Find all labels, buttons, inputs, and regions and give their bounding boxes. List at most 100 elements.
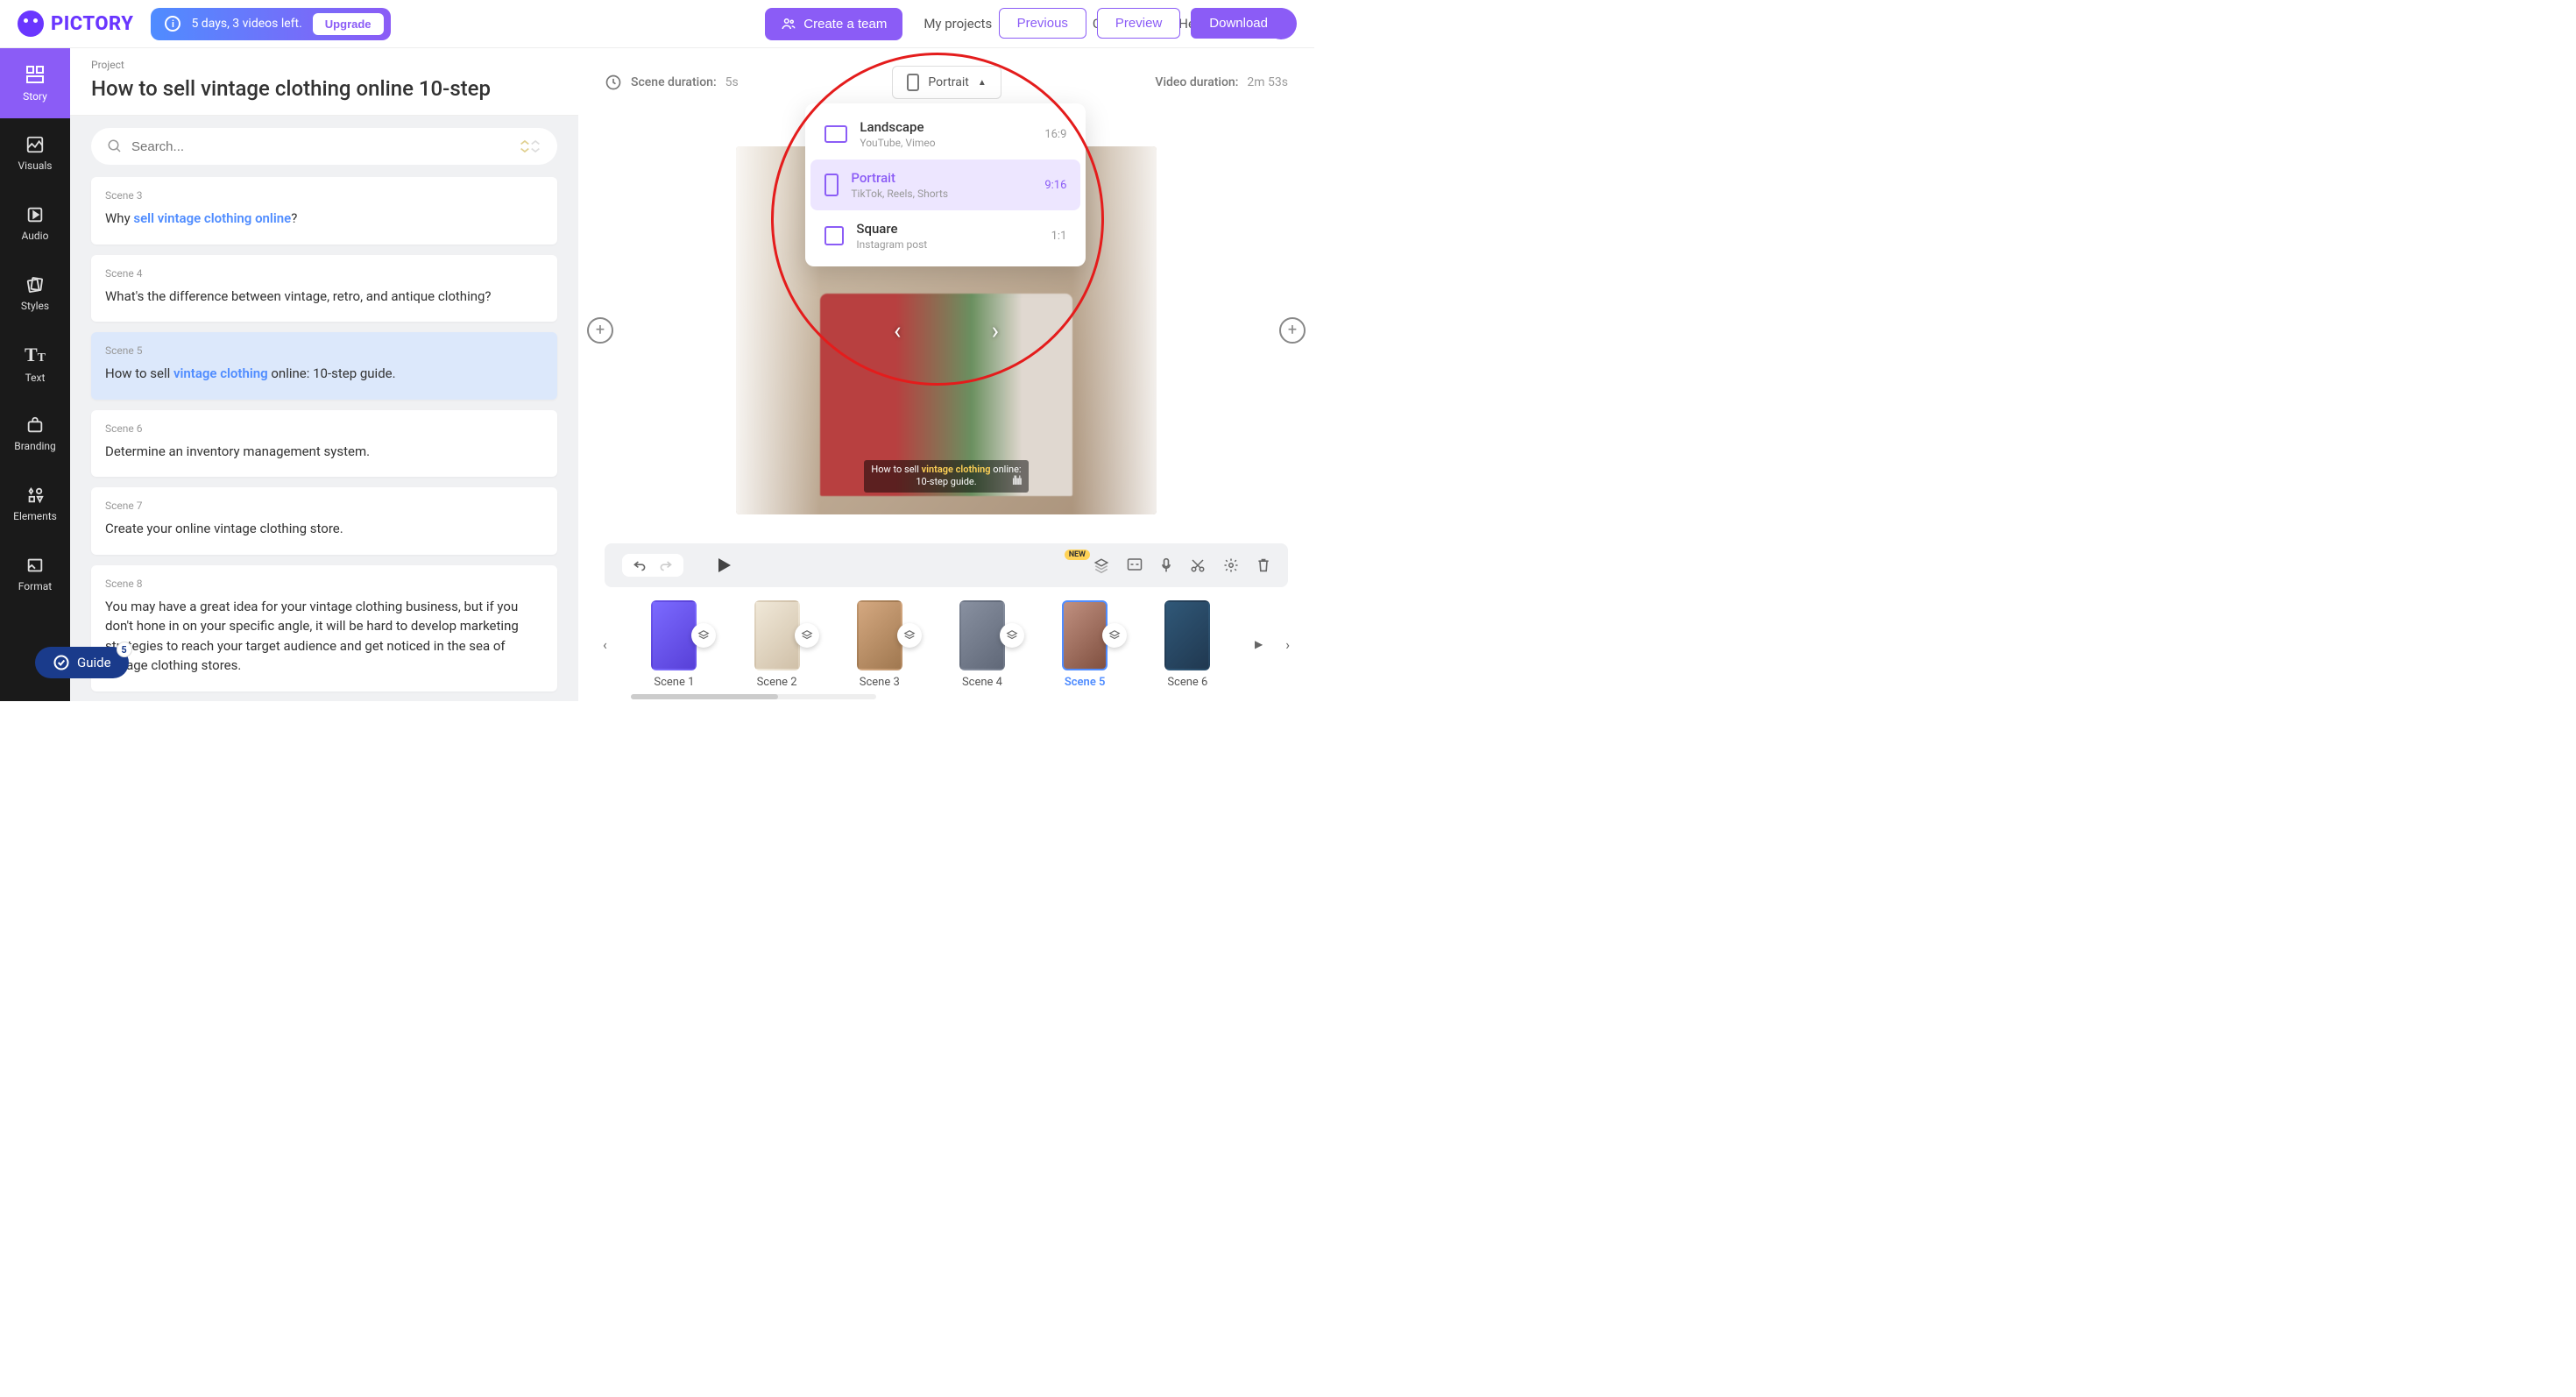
upgrade-button[interactable]: Upgrade — [313, 13, 384, 35]
layers-button[interactable] — [1093, 557, 1109, 573]
rail-branding[interactable]: Branding — [0, 399, 70, 469]
aspect-dropdown-menu: Landscape YouTube, Vimeo 16:9 Portrait T… — [805, 103, 1086, 266]
rail-visuals[interactable]: Visuals — [0, 118, 70, 188]
trial-text: 5 days, 3 videos left. — [191, 17, 301, 31]
timeline-scene-5[interactable]: Scene 5 — [1062, 600, 1108, 689]
guide-button[interactable]: Guide 5 — [35, 647, 129, 678]
layers-icon[interactable] — [691, 623, 716, 648]
scene-card-7[interactable]: Scene 7 Create your online vintage cloth… — [91, 487, 557, 555]
create-team-button[interactable]: Create a team — [765, 8, 902, 40]
timeline-next-button[interactable]: ▶ — [1248, 631, 1270, 657]
scene-card-8[interactable]: Scene 8 You may have a great idea for yo… — [91, 565, 557, 691]
layers-icon[interactable] — [795, 623, 819, 648]
timeline-scene-6[interactable]: Scene 6 — [1164, 600, 1210, 689]
prev-visual-button[interactable]: ‹ — [894, 316, 901, 344]
undo-button[interactable] — [633, 559, 647, 571]
timeline: ‹ Scene 1 Scene 2 Scene 3 — [578, 587, 1314, 701]
layers-icon[interactable] — [1000, 623, 1024, 648]
main-area: Project How to sell vintage clothing onl… — [70, 48, 1314, 701]
left-rail: Story Visuals Audio Styles TT Text Brand… — [0, 48, 70, 701]
layers-icon[interactable] — [1102, 623, 1127, 648]
next-visual-button[interactable]: › — [992, 316, 999, 344]
top-actions: Previous Preview Download — [992, 0, 1293, 53]
video-duration-label: Video duration: — [1155, 75, 1238, 89]
add-scene-after-button[interactable]: + — [1279, 317, 1306, 344]
clock-icon — [605, 74, 622, 91]
caption-overlay[interactable]: How to sell vintage clothing online: 10-… — [864, 460, 1028, 493]
portrait-icon — [907, 74, 919, 91]
visuals-icon — [25, 135, 45, 154]
info-icon: i — [165, 16, 180, 32]
aspect-ratio-dropdown[interactable]: Portrait ▲ Landscape YouTube, Vimeo 16:9 — [892, 66, 1001, 99]
audio-icon — [25, 205, 45, 224]
download-button[interactable]: Download — [1191, 8, 1286, 39]
preview-column: Previous Preview Download Scene duration… — [578, 48, 1314, 701]
new-badge: NEW — [1065, 550, 1090, 560]
landscape-icon — [824, 125, 847, 143]
timeline-scene-4[interactable]: Scene 4 — [959, 600, 1005, 689]
settings-button[interactable] — [1223, 557, 1239, 573]
format-icon — [25, 556, 45, 575]
rail-audio[interactable]: Audio — [0, 188, 70, 259]
voiceover-button[interactable] — [1160, 557, 1172, 573]
add-scene-before-button[interactable]: + — [587, 317, 613, 344]
timeline-scene-2[interactable]: Scene 2 — [754, 600, 800, 689]
search-box[interactable] — [91, 128, 557, 165]
rail-elements[interactable]: Elements — [0, 469, 70, 539]
preview-button[interactable]: Preview — [1097, 8, 1180, 39]
aspect-option-portrait[interactable]: Portrait TikTok, Reels, Shorts 9:16 — [810, 160, 1080, 210]
timeline-end-button[interactable]: › — [1278, 629, 1297, 660]
timeline-scene-1[interactable]: Scene 1 — [651, 600, 697, 689]
previous-button[interactable]: Previous — [999, 8, 1086, 39]
scene-card-6[interactable]: Scene 6 Determine an inventory managemen… — [91, 410, 557, 478]
project-title[interactable]: How to sell vintage clothing online 10-s… — [91, 76, 557, 101]
branding-icon — [25, 415, 45, 435]
guide-count-badge: 5 — [117, 642, 132, 657]
brand-logo[interactable]: PICTORY — [18, 11, 133, 37]
project-label: Project — [91, 59, 557, 71]
styles-icon — [25, 275, 45, 294]
scene-duration-value: 5s — [725, 75, 739, 89]
story-icon — [25, 64, 46, 85]
logo-icon — [18, 11, 44, 37]
search-input[interactable] — [131, 139, 510, 154]
scenes-list[interactable]: Scene 3 Why sell vintage clothing online… — [70, 177, 578, 701]
play-button[interactable] — [715, 557, 732, 574]
timeline-prev-button[interactable]: ‹ — [596, 629, 614, 660]
audio-waveform-icon: ıllıılı — [1012, 474, 1021, 488]
timeline-scene-3[interactable]: Scene 3 — [857, 600, 902, 689]
scene-duration-label: Scene duration: — [631, 75, 717, 89]
elements-icon — [25, 486, 45, 505]
scene-card-3[interactable]: Scene 3 Why sell vintage clothing online… — [91, 177, 557, 245]
rail-text[interactable]: TT Text — [0, 329, 70, 399]
timeline-scrollbar[interactable] — [631, 694, 876, 699]
project-header: Project How to sell vintage clothing onl… — [70, 48, 578, 116]
trim-button[interactable] — [1190, 557, 1206, 573]
square-icon — [824, 226, 844, 245]
search-icon — [107, 138, 123, 154]
scene-card-4[interactable]: Scene 4 What's the difference between vi… — [91, 255, 557, 323]
nav-my-projects[interactable]: My projects — [924, 16, 992, 32]
delete-button[interactable] — [1256, 557, 1270, 573]
scene-card-5[interactable]: Scene 5 How to sell vintage clothing onl… — [91, 332, 557, 400]
rail-format[interactable]: Format — [0, 539, 70, 609]
sort-icon[interactable] — [519, 139, 541, 153]
rail-story[interactable]: Story — [0, 48, 70, 118]
rail-styles[interactable]: Styles — [0, 259, 70, 329]
duration-bar: Scene duration: 5s Portrait ▲ Landscape … — [578, 48, 1314, 117]
layers-icon[interactable] — [897, 623, 922, 648]
text-icon: TT — [25, 344, 46, 366]
trial-badge: i 5 days, 3 videos left. Upgrade — [151, 8, 390, 40]
guide-check-icon — [53, 654, 70, 671]
undo-redo-group — [622, 554, 683, 577]
team-icon — [781, 18, 796, 30]
controls-bar: NEW — [605, 543, 1288, 587]
aspect-option-square[interactable]: Square Instagram post 1:1 — [810, 210, 1080, 261]
brand-name: PICTORY — [51, 13, 133, 35]
captions-button[interactable] — [1127, 557, 1143, 573]
aspect-option-landscape[interactable]: Landscape YouTube, Vimeo 16:9 — [810, 109, 1080, 160]
scene-column: Project How to sell vintage clothing onl… — [70, 48, 578, 701]
redo-button[interactable] — [659, 559, 673, 571]
chevron-up-icon: ▲ — [978, 78, 987, 88]
video-duration-value: 2m 53s — [1247, 75, 1288, 89]
